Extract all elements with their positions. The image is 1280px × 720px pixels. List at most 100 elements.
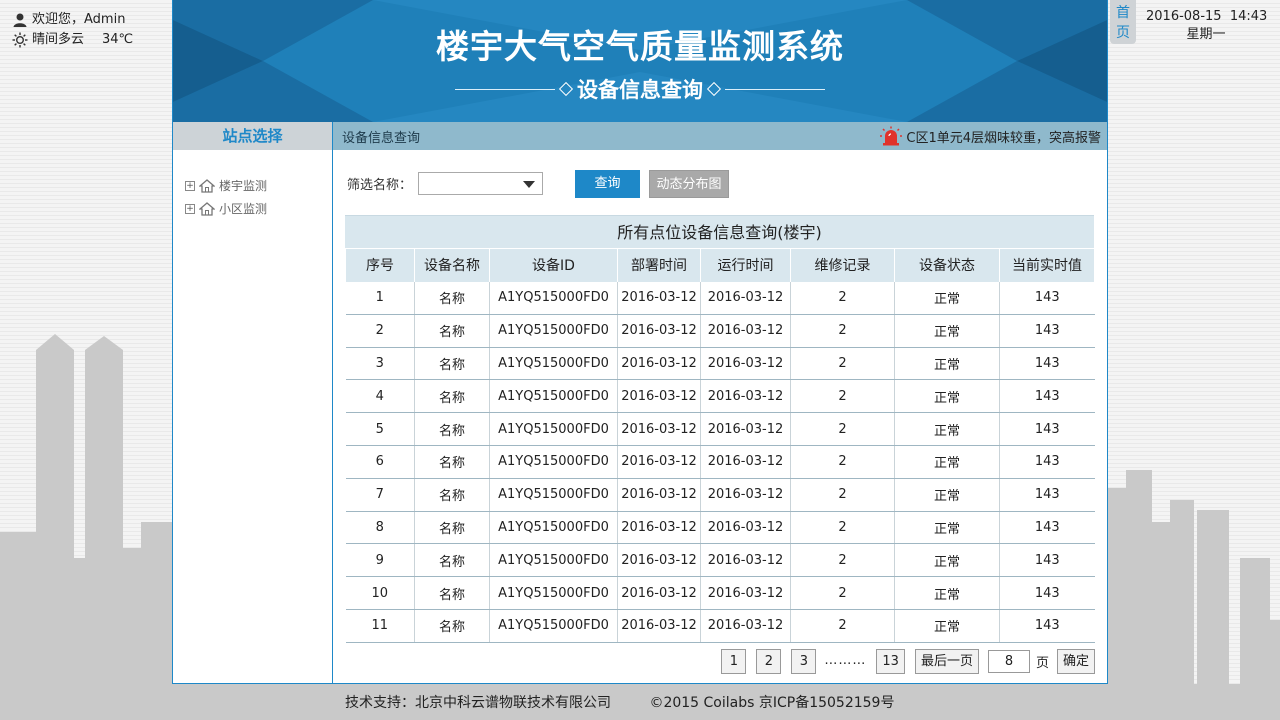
app-frame: 楼宇大气空气质量监测系统 设备信息查询 站点选择 + 楼宇监测 + 小区监测 设… <box>172 0 1108 684</box>
clock: 2016-08-15 14:43 星期一 <box>1146 8 1268 44</box>
table-cell: 正常 <box>894 379 1000 414</box>
datetime-text: 2016-08-15 14:43 <box>1146 9 1268 24</box>
table-row[interactable]: 2 名称 A1YQ515000FD0 2016-03-12 2016-03-12 2 正常 1… <box>345 314 1095 348</box>
table-cell: 5 <box>345 412 415 446</box>
table-cell: 名称 <box>414 543 490 578</box>
table-cell: 正常 <box>894 478 1000 512</box>
main-header-title: 设备信息查询 <box>342 130 421 146</box>
table-cell: 143 <box>999 379 1095 414</box>
table-cell: 2 <box>790 511 895 545</box>
page-number-input[interactable]: 8 <box>987 650 1030 673</box>
table-cell: 2016-03-12 <box>700 281 791 315</box>
table-cell: 2016-03-12 <box>700 314 791 348</box>
table-title: 所有点位设备信息查询(楼宇) <box>345 215 1094 248</box>
table-cell: 2016-03-12 <box>617 412 701 446</box>
sidebar-title: 站点选择 <box>173 122 332 150</box>
query-button[interactable]: 查询 <box>575 170 640 198</box>
footer-support: 技术支持：北京中科云谱物联技术有限公司 <box>345 695 611 711</box>
table-row[interactable]: 5 名称 A1YQ515000FD0 2016-03-12 2016-03-12 2 正常 1… <box>345 412 1095 446</box>
table-cell: 2016-03-12 <box>617 379 701 414</box>
table-cell: 正常 <box>894 511 1000 545</box>
weather-sun-icon <box>12 32 28 48</box>
table-cell: 2016-03-12 <box>700 576 791 610</box>
banner: 楼宇大气空气质量监测系统 设备信息查询 <box>173 0 1107 122</box>
table-cell: 143 <box>999 576 1095 610</box>
filter-name-select[interactable] <box>418 172 544 195</box>
table-row[interactable]: 11 名称 A1YQ515000FD0 2016-03-12 2016-03-12 2 正常… <box>345 609 1095 643</box>
table-cell: A1YQ515000FD0 <box>489 347 618 381</box>
table-cell: 8 <box>345 511 415 545</box>
table-row[interactable]: 8 名称 A1YQ515000FD0 2016-03-12 2016-03-12 2 正常 1… <box>345 511 1095 545</box>
table-cell: A1YQ515000FD0 <box>489 609 618 643</box>
page-button-3[interactable]: 3 <box>791 649 817 674</box>
alarm-siren-icon <box>880 126 903 146</box>
table-cell: 名称 <box>414 412 490 446</box>
table-cell: 正常 <box>894 609 1000 643</box>
tree-item-building[interactable]: + 楼宇监测 <box>185 174 332 197</box>
last-page-button[interactable]: 最后一页 <box>914 649 979 674</box>
table-cell: A1YQ515000FD0 <box>489 412 618 446</box>
table-cell: 2 <box>790 543 895 578</box>
table-cell: 名称 <box>414 347 490 381</box>
page-button-last-number[interactable]: 13 <box>876 649 905 674</box>
table-cell: 9 <box>345 543 415 578</box>
table-row[interactable]: 9 名称 A1YQ515000FD0 2016-03-12 2016-03-12 2 正常 1… <box>345 543 1095 578</box>
user-info: 欢迎您，Admin 晴间多云 34℃ <box>12 10 133 50</box>
table-cell: A1YQ515000FD0 <box>489 511 618 545</box>
page-ellipsis: ……… <box>824 653 867 668</box>
alarm-text: C区1单元4层烟味较重，突高报警 <box>906 130 1101 146</box>
expand-icon[interactable]: + <box>185 180 195 191</box>
table-cell: 正常 <box>894 314 1000 348</box>
app-title: 楼宇大气空气质量监测系统 <box>436 27 844 66</box>
column-header: 序号 <box>345 248 415 282</box>
table-cell: 2016-03-12 <box>700 445 791 479</box>
table-cell: 2016-03-12 <box>700 478 791 512</box>
main-header: 设备信息查询 C区1单元4层烟味较重，突高报警 <box>333 122 1107 150</box>
table-cell: 正常 <box>894 347 1000 381</box>
subtitle-text: 设备信息查询 <box>577 78 703 102</box>
table-cell: 4 <box>345 379 415 414</box>
alarm-notice[interactable]: C区1单元4层烟味较重，突高报警 <box>880 126 1101 146</box>
column-header: 设备ID <box>489 248 618 282</box>
tree-item-community[interactable]: + 小区监测 <box>185 197 332 220</box>
table-cell: 2016-03-12 <box>617 511 701 545</box>
table-row[interactable]: 4 名称 A1YQ515000FD0 2016-03-12 2016-03-12 2 正常 1… <box>345 379 1095 414</box>
table-cell: 2016-03-12 <box>700 379 791 414</box>
weather-text: 晴间多云 <box>32 32 85 47</box>
confirm-page-button[interactable]: 确定 <box>1056 649 1095 674</box>
table-cell: 143 <box>999 412 1095 446</box>
filter-label: 筛选名称： <box>347 178 413 193</box>
table-row[interactable]: 10 名称 A1YQ515000FD0 2016-03-12 2016-03-12 2 正常… <box>345 576 1095 610</box>
page-button-2[interactable]: 2 <box>756 649 782 674</box>
column-header: 设备名称 <box>414 248 490 282</box>
table-cell: 143 <box>999 314 1095 348</box>
table-cell: 2016-03-12 <box>617 314 701 348</box>
dynamic-map-button[interactable]: 动态分布图 <box>649 170 729 198</box>
device-table-container: 所有点位设备信息查询(楼宇) 序号 设备名称 设备ID 部署时间 运行时间 维修… <box>345 215 1095 643</box>
table-cell: 2 <box>790 281 895 315</box>
table-cell: 2016-03-12 <box>617 543 701 578</box>
greeting-text: 欢迎您，Admin <box>32 12 126 27</box>
table-row[interactable]: 1 名称 A1YQ515000FD0 2016-03-12 2016-03-12 2 正常 1… <box>345 281 1095 315</box>
table-cell: 143 <box>999 445 1095 479</box>
table-row[interactable]: 3 名称 A1YQ515000FD0 2016-03-12 2016-03-12 2 正常 1… <box>345 347 1095 381</box>
expand-icon[interactable]: + <box>185 203 195 214</box>
table-cell: 正常 <box>894 445 1000 479</box>
table-cell: 2016-03-12 <box>700 609 791 643</box>
footer: 技术支持：北京中科云谱物联技术有限公司 ©2015 Coilabs 京ICP备1… <box>345 692 894 712</box>
table-cell: 2 <box>790 576 895 610</box>
table-row[interactable]: 6 名称 A1YQ515000FD0 2016-03-12 2016-03-12 2 正常 1… <box>345 445 1095 479</box>
page-button-1[interactable]: 1 <box>721 649 747 674</box>
table-cell: 名称 <box>414 478 490 512</box>
table-cell: 2016-03-12 <box>617 281 701 315</box>
home-button[interactable]: 首 页 <box>1110 0 1136 44</box>
table-row[interactable]: 7 名称 A1YQ515000FD0 2016-03-12 2016-03-12 2 正常 1… <box>345 478 1095 512</box>
table-cell: 名称 <box>414 609 490 643</box>
site-tree: + 楼宇监测 + 小区监测 <box>173 150 332 220</box>
table-cell: 143 <box>999 281 1095 315</box>
table-cell: 2 <box>790 347 895 381</box>
tree-item-label: 楼宇监测 <box>219 179 268 193</box>
table-cell: 2016-03-12 <box>700 412 791 446</box>
table-cell: 143 <box>999 609 1095 643</box>
table-cell: 名称 <box>414 314 490 348</box>
